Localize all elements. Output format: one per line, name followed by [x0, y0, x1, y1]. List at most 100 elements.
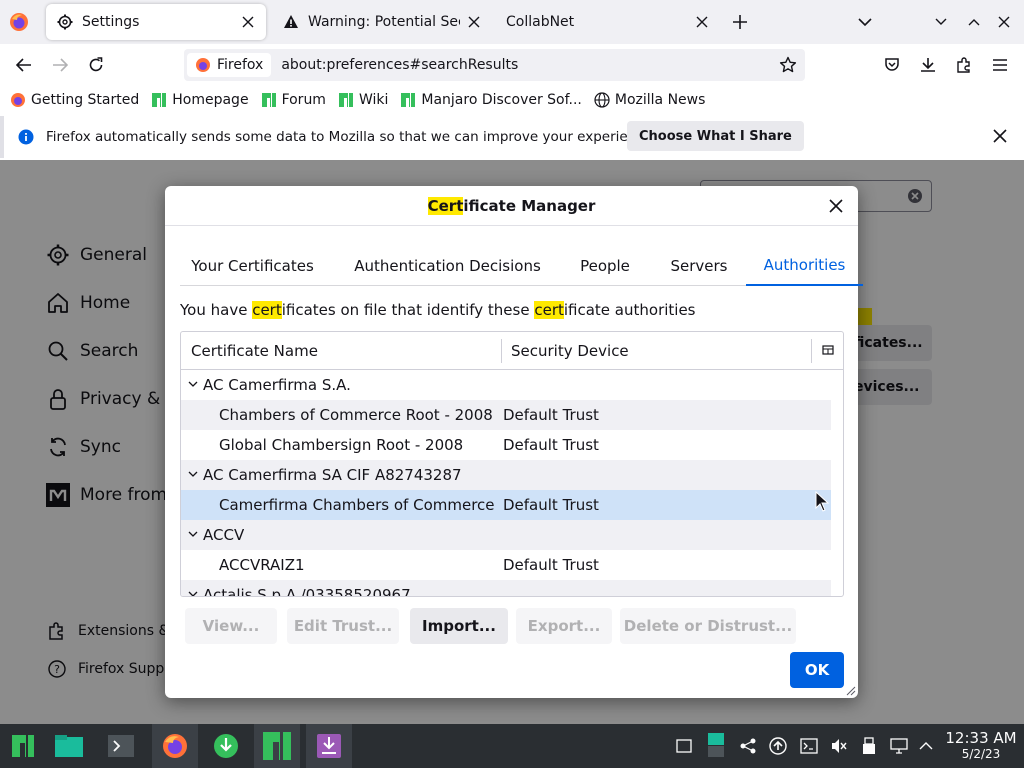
taskbar: 12:33 AM 5/2/23	[0, 724, 1024, 768]
digital-clock[interactable]: 12:33 AM 5/2/23	[942, 730, 1020, 762]
cert-name: Camerfirma Chambers of Commerce ...	[219, 496, 497, 514]
tree-group-row[interactable]: AC Camerfirma SA CIF A82743287	[181, 460, 831, 490]
chevron-down-icon[interactable]	[187, 378, 199, 390]
workspace-pager-icon[interactable]	[706, 732, 726, 758]
forward-button[interactable]	[46, 51, 74, 79]
url-text[interactable]: about:preferences#searchResults	[281, 57, 518, 73]
tree-group-row[interactable]: ACCV	[181, 520, 831, 550]
tree-row[interactable]: ACCVRAIZ1 Default Trust	[181, 550, 831, 580]
taskbar-installer[interactable]	[306, 724, 352, 768]
notification-text: Firefox automatically sends some data to…	[46, 129, 657, 145]
column-certificate-name[interactable]: Certificate Name	[191, 342, 318, 360]
bookmark-label: Manjaro Discover Sof...	[421, 92, 582, 108]
column-picker-icon[interactable]	[821, 343, 835, 357]
bookmark-homepage[interactable]: Homepage	[151, 92, 249, 108]
kdeconnect-icon[interactable]	[738, 736, 758, 756]
close-icon[interactable]	[694, 14, 710, 30]
taskbar-file-manager[interactable]	[46, 724, 92, 768]
extensions-button[interactable]	[950, 51, 978, 79]
choose-what-i-share-button[interactable]: Choose What I Share	[627, 121, 804, 151]
maximize-button[interactable]	[960, 8, 988, 36]
tab-settings[interactable]: Settings	[46, 4, 266, 40]
tree-row-selected[interactable]: Camerfirma Chambers of Commerce ... Defa…	[181, 490, 831, 520]
bookmarks-toolbar: Getting Started Homepage Forum Wiki Manj…	[0, 86, 1024, 114]
show-desktop-icon[interactable]	[674, 736, 694, 756]
reload-button[interactable]	[82, 51, 110, 79]
cert-group-name: ACCV	[203, 526, 245, 544]
identity-label: Firefox	[217, 57, 264, 73]
network-wired-icon[interactable]	[889, 736, 909, 756]
import-button[interactable]: Import...	[410, 608, 508, 644]
tab-authorities[interactable]: Authorities	[746, 246, 863, 286]
close-icon[interactable]	[826, 196, 846, 216]
tab-title: CollabNet	[506, 14, 575, 30]
tree-row[interactable]: Global Chambersign Root - 2008 Default T…	[181, 430, 831, 460]
view-button[interactable]: View...	[185, 608, 277, 644]
pocket-button[interactable]	[878, 51, 906, 79]
column-separator[interactable]	[811, 339, 812, 363]
clipboard-terminal-icon[interactable]	[799, 736, 819, 756]
chevron-down-icon[interactable]	[187, 588, 199, 597]
tree-group-row[interactable]: AC Camerfirma S.A.	[181, 370, 831, 400]
mouse-cursor-icon	[815, 491, 829, 512]
taskbar-updater[interactable]	[203, 724, 249, 768]
close-icon[interactable]	[466, 14, 482, 30]
taskbar-manjaro-app[interactable]	[254, 724, 300, 768]
bookmark-wiki[interactable]: Wiki	[338, 92, 388, 108]
cert-device: Default Trust	[503, 436, 599, 454]
taskbar-terminal[interactable]	[98, 724, 144, 768]
application-launcher[interactable]	[0, 724, 46, 768]
cert-name: Chambers of Commerce Root - 2008	[219, 406, 493, 424]
bookmark-manjaro-discover[interactable]: Manjaro Discover Sof...	[400, 92, 582, 108]
tree-row[interactable]: Chambers of Commerce Root - 2008 Default…	[181, 400, 831, 430]
ok-button[interactable]: OK	[790, 652, 844, 688]
manjaro-icon	[12, 735, 34, 757]
cert-device: Default Trust	[503, 496, 599, 514]
bookmark-forum[interactable]: Forum	[261, 92, 326, 108]
manjaro-icon	[400, 92, 416, 108]
export-button[interactable]: Export...	[516, 608, 612, 644]
volume-muted-icon[interactable]	[829, 736, 849, 756]
new-tab-button[interactable]	[726, 8, 754, 36]
tab-security-warning[interactable]: Warning: Potential Security	[272, 4, 492, 40]
taskbar-firefox[interactable]	[152, 724, 198, 768]
updates-icon[interactable]	[768, 736, 788, 756]
star-icon[interactable]	[779, 56, 797, 78]
downloads-button[interactable]	[914, 51, 942, 79]
tab-people[interactable]: People	[565, 246, 645, 286]
cert-device: Default Trust	[503, 406, 599, 424]
window-close-button[interactable]	[990, 8, 1018, 36]
delete-or-distrust-button[interactable]: Delete or Distrust...	[620, 608, 796, 644]
chevron-down-icon[interactable]	[187, 528, 199, 540]
close-icon[interactable]	[240, 14, 256, 30]
list-all-tabs-button[interactable]	[851, 8, 879, 36]
url-bar[interactable]: Firefox about:preferences#searchResults	[184, 49, 805, 81]
bookmark-mozilla-news[interactable]: Mozilla News	[594, 92, 705, 108]
identity-box[interactable]: Firefox	[187, 53, 272, 77]
resize-grip-icon[interactable]	[846, 686, 856, 696]
column-separator[interactable]	[501, 339, 502, 363]
tab-authentication-decisions[interactable]: Authentication Decisions	[350, 246, 545, 286]
certificate-tabs: Your Certificates Authentication Decisio…	[180, 246, 863, 286]
desc-text: You have	[180, 301, 253, 319]
tree-group-row[interactable]: Actalis S.p.A./03358520967	[181, 580, 831, 597]
tab-your-certificates[interactable]: Your Certificates	[180, 246, 325, 286]
minimize-button[interactable]	[927, 8, 955, 36]
certificate-tree[interactable]: Certificate Name Security Device AC Came…	[180, 331, 844, 597]
close-icon[interactable]	[990, 126, 1010, 146]
bookmark-getting-started[interactable]: Getting Started	[10, 92, 139, 108]
firefox-view-icon[interactable]	[8, 11, 30, 33]
tab-servers[interactable]: Servers	[655, 246, 743, 286]
edit-trust-button[interactable]: Edit Trust...	[287, 608, 399, 644]
data-reporting-notification: Firefox automatically sends some data to…	[0, 116, 1024, 158]
chevron-up-icon[interactable]	[916, 736, 936, 756]
hamburger-menu-button[interactable]	[986, 51, 1014, 79]
column-security-device[interactable]: Security Device	[511, 342, 629, 360]
tab-collabnet[interactable]: CollabNet	[496, 4, 720, 40]
back-button[interactable]	[10, 51, 38, 79]
cert-group-name: Actalis S.p.A./03358520967	[203, 586, 411, 597]
cert-name: Global Chambersign Root - 2008	[219, 436, 464, 454]
bookmark-label: Homepage	[172, 92, 249, 108]
chevron-down-icon[interactable]	[187, 468, 199, 480]
usb-device-icon[interactable]	[859, 736, 879, 756]
